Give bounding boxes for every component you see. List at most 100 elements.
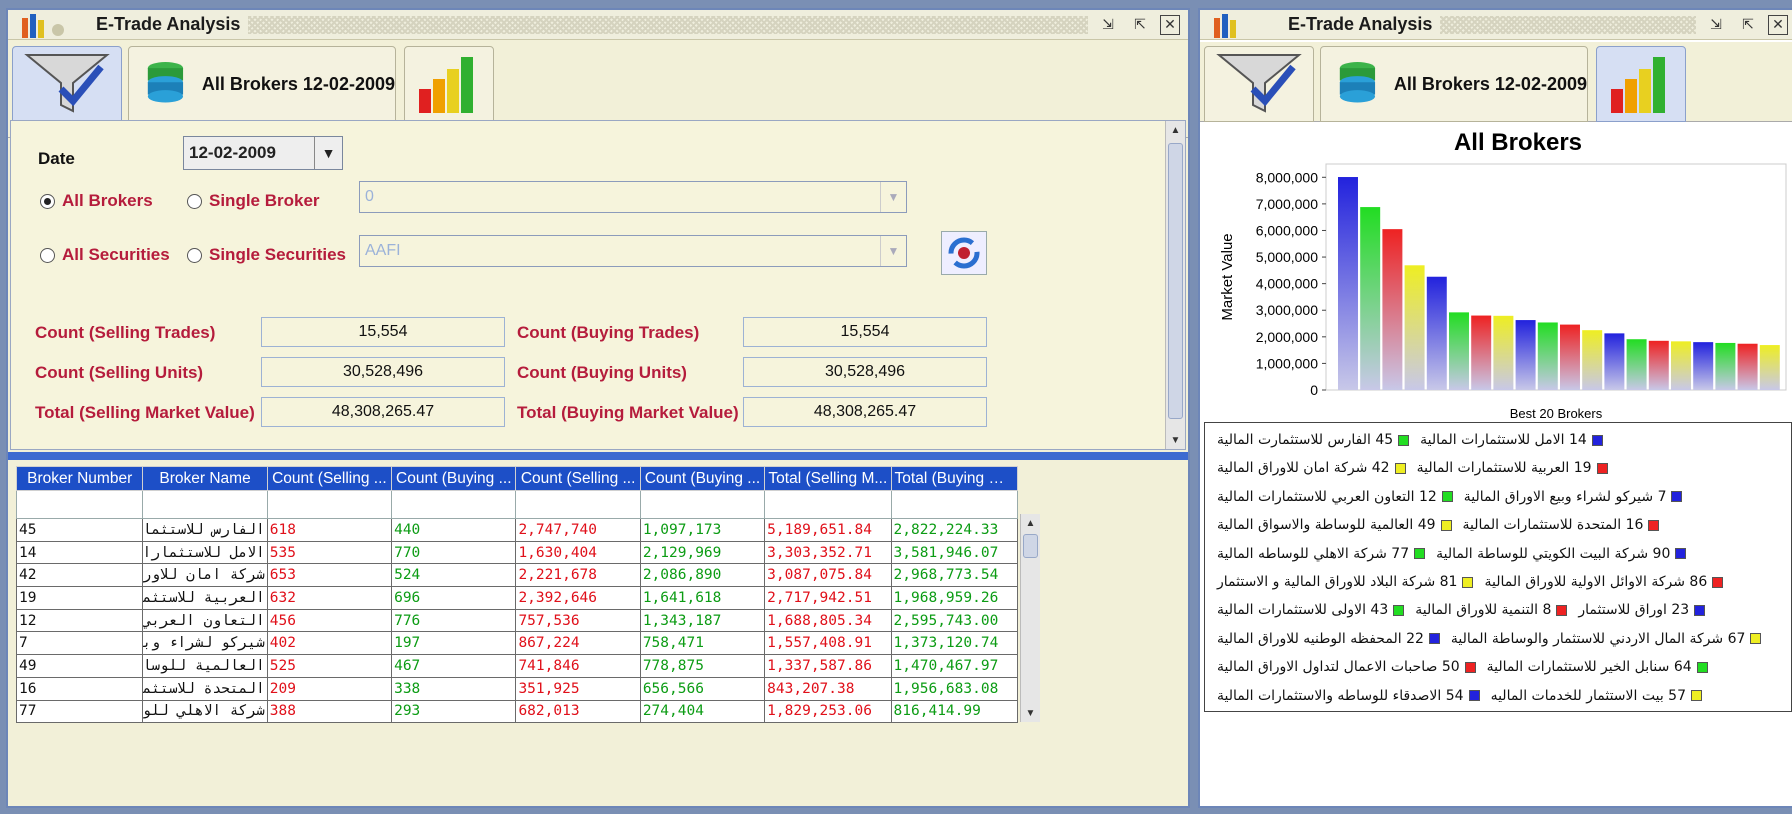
filter-cell[interactable] (391, 490, 517, 519)
tab-filter[interactable] (12, 46, 122, 122)
radio-all-securities[interactable]: All Securities (40, 245, 170, 265)
table-cell: 45 (15, 518, 144, 542)
legend-item: 77 شركة الاهلي للوساطه المالية (1217, 546, 1430, 562)
radio-single-securities[interactable]: Single Securities (187, 245, 346, 265)
legend-label: 22 المحفظه الوطنيه للاوراق المالية (1217, 630, 1424, 647)
filter-cell[interactable] (890, 490, 1019, 519)
chart-bar (1404, 265, 1425, 390)
radio-single-broker[interactable]: Single Broker (187, 191, 320, 211)
y-tick-label: 5,000,000 (1256, 249, 1318, 265)
radio-all-brokers[interactable]: All Brokers (40, 191, 153, 211)
table-cell: 1,956,683.08 (890, 676, 1019, 701)
date-picker[interactable]: 12-02-2009 ▼ (183, 136, 343, 170)
column-header[interactable]: Total (Selling M... (764, 466, 892, 491)
legend-item: 86 شركة الاوائل الاولية للاوراق المالية (1484, 574, 1728, 590)
table-cell: 388 (266, 699, 393, 724)
panel-scrollbar[interactable]: ▲ ▼ (1165, 121, 1185, 449)
column-header[interactable]: Count (Selling ... (266, 466, 393, 491)
filter-cell[interactable] (266, 490, 393, 519)
table-cell: 293 (391, 699, 517, 724)
split-divider[interactable] (8, 452, 1188, 460)
tab-filter[interactable] (1204, 46, 1314, 122)
column-header[interactable]: Broker Number (15, 466, 144, 491)
chart-bar (1515, 320, 1536, 390)
minimize-icon[interactable]: ⇲ (1096, 14, 1120, 36)
scroll-down-icon[interactable]: ▼ (1166, 431, 1185, 449)
tab-all-brokers[interactable]: All Brokers 12-02-2009 (1320, 46, 1588, 122)
close-icon[interactable]: ✕ (1160, 14, 1180, 35)
legend-row: 19 العربية للاستثمارات المالية 42 شركة ام… (1211, 455, 1785, 481)
maximize-icon[interactable]: ⇱ (1128, 14, 1152, 36)
table-cell: 770 (391, 540, 517, 565)
tab-chart[interactable] (404, 46, 494, 122)
scroll-down-icon[interactable]: ▼ (1021, 704, 1040, 722)
table-row[interactable]: 16المتحدة للاستثمارات ...209338351,92565… (15, 676, 1019, 701)
legend-item: 49 العالمية للوساطة والاسواق المالية (1217, 517, 1457, 533)
scroll-thumb[interactable] (1168, 143, 1183, 419)
chart-bar (1737, 343, 1758, 390)
chevron-down-icon[interactable]: ▼ (880, 236, 906, 266)
close-icon[interactable]: ✕ (1768, 14, 1788, 35)
radio-selected-icon (40, 193, 55, 209)
legend-label: 12 التعاون العربي للاستثمارات المالية (1217, 488, 1437, 505)
security-select[interactable]: AAFI ▼ (359, 235, 907, 267)
table-cell: شيركو لشراء وبيع ... (142, 631, 268, 656)
tab-chart[interactable] (1596, 46, 1686, 122)
broker-select[interactable]: 0 ▼ (359, 181, 907, 213)
broker-select-value: 0 (365, 188, 374, 205)
y-tick-label: 2,000,000 (1256, 329, 1318, 345)
table-scrollbar[interactable]: ▲ ▼ (1020, 514, 1040, 722)
column-header[interactable]: Total (Buying M... (890, 466, 1019, 491)
maximize-icon[interactable]: ⇱ (1736, 14, 1760, 36)
column-header[interactable]: Count (Buying ... (391, 466, 517, 491)
count-selling-units-field: 30,528,496 (261, 357, 505, 387)
refresh-button[interactable] (941, 231, 987, 275)
total-buying-field: 48,308,265.47 (743, 397, 987, 427)
table-row[interactable]: 42شركة امان للاوراق ...6535242,221,6782,… (15, 563, 1019, 588)
table-row[interactable]: 49العالمية للوساطة ...525467741,846778,8… (15, 654, 1019, 678)
filter-cell[interactable] (764, 490, 892, 519)
column-header[interactable]: Count (Selling ... (515, 466, 641, 491)
table-row[interactable]: 77شركة الاهلي للوساطه ...388293682,01327… (15, 699, 1019, 724)
filter-cell[interactable] (639, 490, 766, 519)
left-window: E-Trade Analysis ⇲ ⇱ ✕ All Brokers 12-02… (6, 8, 1190, 808)
scroll-up-icon[interactable]: ▲ (1166, 121, 1185, 139)
table-cell: 456 (266, 608, 393, 633)
chevron-down-icon[interactable]: ▼ (314, 137, 342, 169)
legend-swatch (1675, 548, 1687, 560)
table-cell: 618 (266, 518, 393, 542)
chart-bar (1382, 229, 1403, 390)
table-cell: 682,013 (515, 699, 641, 724)
legend-item: 64 سنابل الخير للاستثمارات المالية (1487, 659, 1713, 675)
filter-cell[interactable] (15, 490, 144, 519)
filter-cell[interactable] (515, 490, 641, 519)
scroll-up-icon[interactable]: ▲ (1021, 514, 1040, 532)
filter-cell[interactable] (142, 490, 268, 519)
table-cell: 1,688,805.34 (764, 608, 892, 633)
table-row[interactable]: 45الفارس للاستثمارت ...6184402,747,7401,… (15, 518, 1019, 542)
y-tick-label: 4,000,000 (1256, 276, 1318, 292)
table-row[interactable]: 12التعاون العربي ...456776757,5361,343,1… (15, 608, 1019, 633)
left-titlebar: E-Trade Analysis ⇲ ⇱ ✕ (8, 10, 1188, 40)
minimize-icon[interactable]: ⇲ (1704, 14, 1728, 36)
count-selling-trades-label: Count (Selling Trades) (35, 323, 216, 342)
filter-icon (24, 54, 110, 113)
table-cell: 467 (391, 654, 517, 678)
legend-label: 14 الامل للاستثمارات المالية (1420, 432, 1587, 448)
table-row[interactable]: 7شيركو لشراء وبيع ...402197867,224758,47… (15, 631, 1019, 656)
chart-bar (1338, 177, 1358, 390)
scroll-thumb[interactable] (1023, 534, 1038, 558)
legend-label: 43 الاولى للاستثمارات المالية (1217, 602, 1389, 619)
column-header[interactable]: Broker Name (142, 466, 268, 491)
table-cell: 757,536 (515, 608, 641, 633)
chart-legend: 14 الامل للاستثمارات المالية 45 الفارس لل… (1204, 422, 1792, 712)
chevron-down-icon[interactable]: ▼ (880, 182, 906, 212)
legend-item: 8 التنمية للاوراق المالية (1415, 602, 1572, 618)
legend-row: 57 بيت الاستثمار للخدمات الماليه 54 الاصد… (1211, 683, 1785, 709)
table-row[interactable]: 19العربية للاستثمارات ...6326962,392,646… (15, 586, 1019, 610)
tab-all-brokers[interactable]: All Brokers 12-02-2009 (128, 46, 396, 122)
legend-row: 7 شيركو لشراء وبيع الاوراق المالية 12 الت… (1211, 484, 1785, 510)
table-row[interactable]: 14الامل للاستثمارات ...5357701,630,4042,… (15, 540, 1019, 565)
window-title: E-Trade Analysis (1288, 14, 1433, 34)
column-header[interactable]: Count (Buying ... (639, 466, 766, 491)
